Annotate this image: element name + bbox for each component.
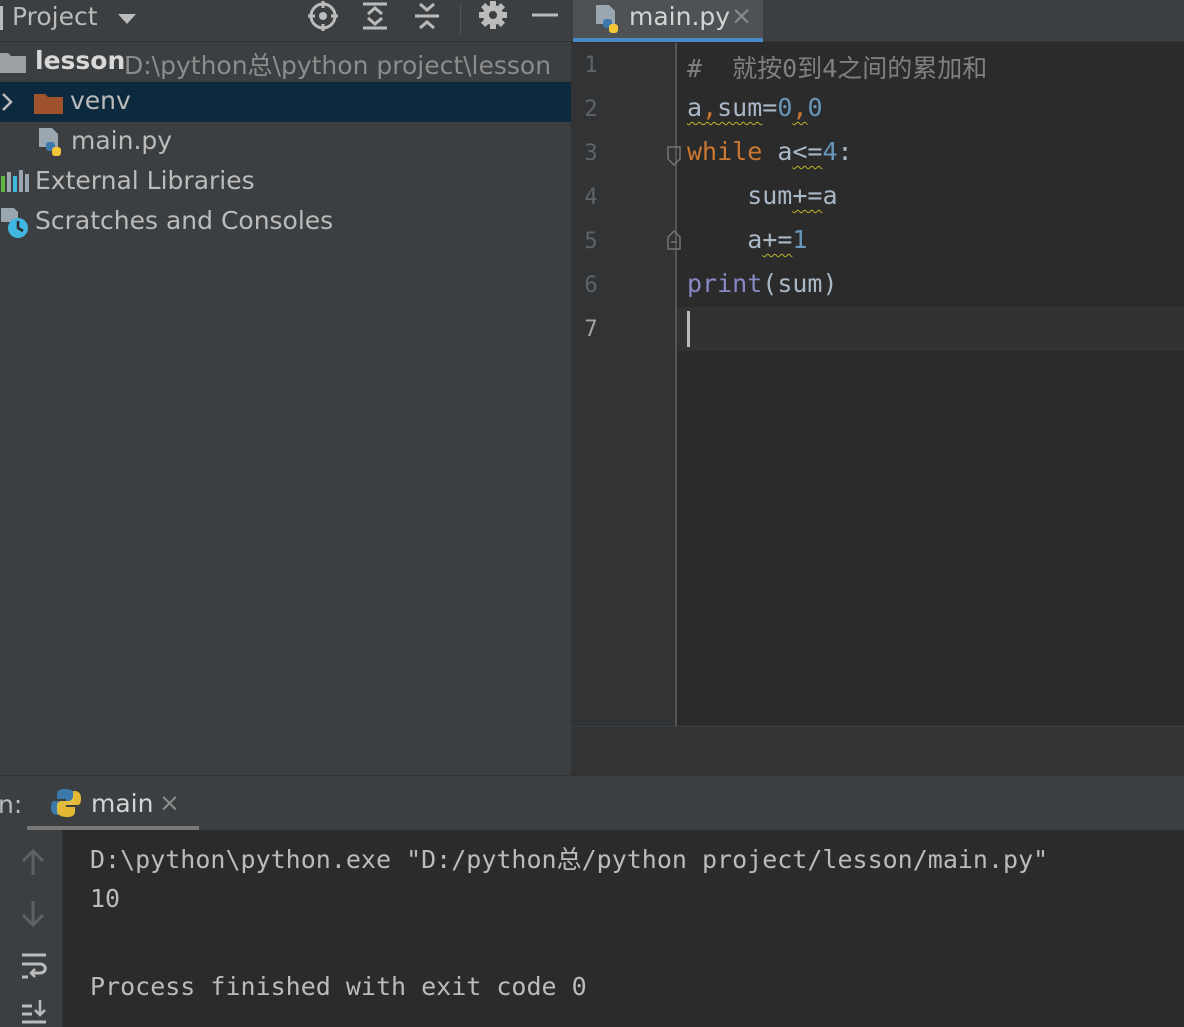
line-number: 5 — [584, 229, 598, 254]
tree-item-label: Scratches and Consoles — [35, 206, 334, 235]
code-token: 0 — [777, 93, 793, 122]
arrow-up-icon[interactable] — [20, 848, 46, 878]
code-token: a — [687, 225, 763, 254]
code-token: 4 — [822, 137, 838, 166]
expand-all-icon[interactable] — [360, 0, 390, 34]
code-token: sum — [687, 181, 793, 210]
tree-row-venv[interactable]: venv — [0, 82, 571, 122]
project-panel-title[interactable]: Project — [12, 2, 98, 31]
code-editor[interactable]: 1 2 3 4 5 6 7 # 就按0到4之间的累加和 a,sum=0,0 wh… — [572, 43, 1184, 726]
tree-row-external-libraries[interactable]: External Libraries — [0, 162, 571, 202]
root-folder-name: lesson — [35, 46, 126, 75]
libraries-icon — [1, 170, 29, 192]
tree-row-root[interactable]: lesson D:\python总\python project\lesson — [0, 42, 571, 82]
line-number-gutter: 1 2 3 4 5 6 7 — [572, 43, 675, 726]
chevron-right-icon[interactable] — [0, 92, 14, 112]
python-file-icon — [596, 5, 618, 33]
code-token: , — [792, 93, 808, 122]
tree-row-scratches[interactable]: Scratches and Consoles — [0, 202, 571, 242]
code-line-1: # 就按0到4之间的累加和 — [687, 49, 987, 85]
run-tab-label: main — [91, 789, 154, 818]
code-line-4: sum+=a — [687, 181, 838, 210]
code-token: = — [762, 93, 778, 122]
run-panel-title: n: — [0, 790, 23, 819]
run-panel-header: n: main × — [0, 775, 1184, 831]
run-toolbar — [0, 830, 63, 1027]
code-token: 0 — [807, 93, 823, 122]
close-tab-icon[interactable]: × — [159, 788, 180, 817]
panel-edge — [0, 6, 3, 30]
excluded-folder-icon — [34, 94, 63, 114]
line-number: 4 — [584, 185, 598, 210]
project-panel-header: Project — [0, 0, 572, 42]
python-file-icon — [39, 128, 61, 156]
code-line-3: while a<=4: — [687, 137, 853, 166]
editor-tab-label: main.py — [629, 2, 731, 31]
code-token: : — [837, 137, 853, 166]
run-console-output[interactable]: D:\python\python.exe "D:/python总/python … — [63, 830, 1184, 1027]
tree-row-main-py[interactable]: main.py — [0, 122, 571, 162]
python-logo-icon — [51, 789, 81, 817]
project-tree: lesson D:\python总\python project\lesson … — [0, 42, 572, 775]
code-comment: # 就按0到4之间的累加和 — [687, 54, 988, 83]
line-number: 2 — [584, 97, 598, 122]
code-token: += — [792, 181, 823, 210]
code-line-2: a,sum=0,0 — [687, 93, 823, 122]
scroll-to-end-icon[interactable] — [20, 998, 48, 1027]
code-token: , — [702, 93, 718, 122]
code-token: a — [687, 93, 703, 122]
console-line: Process finished with exit code 0 — [90, 972, 587, 1001]
line-number-current: 7 — [584, 317, 598, 342]
folder-icon — [0, 53, 26, 73]
chevron-down-icon[interactable] — [116, 5, 138, 35]
run-tab-main[interactable]: main × — [27, 776, 199, 831]
soft-wrap-icon[interactable] — [20, 950, 48, 980]
editor-breadcrumb-bar — [572, 726, 1184, 775]
code-token: += — [762, 225, 793, 254]
code-token: a — [822, 181, 838, 210]
code-line-5: a+=1 — [687, 225, 807, 254]
root-folder-path: D:\python总\python project\lesson — [124, 51, 552, 80]
code-token: a — [762, 137, 793, 166]
editor-tab-bar: main.py × — [572, 0, 1184, 42]
fold-open-icon[interactable] — [666, 145, 682, 167]
tree-item-label: main.py — [71, 126, 173, 155]
arrow-down-icon[interactable] — [20, 898, 46, 928]
tree-item-label: External Libraries — [35, 166, 255, 195]
console-line: 10 — [90, 884, 121, 913]
code-line-6: print(sum) — [687, 269, 838, 298]
settings-gear-icon[interactable] — [478, 0, 510, 34]
fold-end-icon[interactable] — [666, 229, 682, 251]
close-tab-icon[interactable]: × — [731, 1, 752, 30]
code-token: 1 — [792, 225, 808, 254]
code-builtin: print — [687, 269, 763, 298]
text-caret — [687, 311, 690, 347]
code-token: (sum) — [762, 269, 838, 298]
collapse-all-icon[interactable] — [412, 0, 442, 34]
locate-icon[interactable] — [306, 0, 340, 34]
line-number: 6 — [584, 273, 598, 298]
tree-item-label: venv — [70, 86, 131, 115]
current-line-highlight — [677, 307, 1184, 351]
console-line: D:\python\python.exe "D:/python总/python … — [90, 845, 1049, 874]
toolbar-divider — [460, 4, 461, 34]
editor-tab-main-py[interactable]: main.py × — [573, 0, 763, 42]
line-number: 3 — [584, 141, 598, 166]
scratches-clock-icon — [1, 208, 28, 238]
code-keyword: while — [687, 137, 763, 166]
line-number: 1 — [584, 53, 598, 78]
hide-minus-icon[interactable] — [530, 0, 560, 34]
code-token: <= — [792, 137, 823, 166]
code-token: sum — [717, 93, 763, 122]
